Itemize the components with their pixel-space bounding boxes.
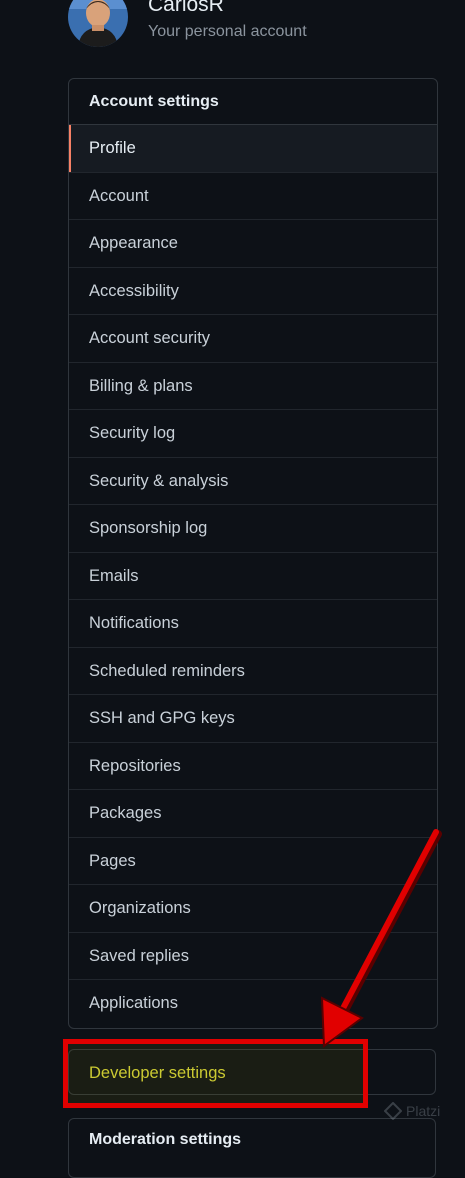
watermark-text: Platzi — [406, 1103, 441, 1119]
menu-item-account[interactable]: Account — [69, 173, 437, 220]
menu-item-emails[interactable]: Emails — [69, 553, 437, 600]
menu-item-scheduled-reminders[interactable]: Scheduled reminders — [69, 648, 437, 695]
menu-item-accessibility[interactable]: Accessibility — [69, 268, 437, 315]
user-subtitle: Your personal account — [148, 23, 307, 40]
menu-item-security-log[interactable]: Security log — [69, 410, 437, 458]
menu-item-notifications[interactable]: Notifications — [69, 600, 437, 648]
platzi-watermark: Platzi — [384, 1102, 440, 1120]
menu-item-appearance[interactable]: Appearance — [69, 220, 437, 268]
menu-item-security-analysis[interactable]: Security & analysis — [69, 458, 437, 505]
user-text: CarlosR Your personal account — [148, 0, 307, 42]
menu-item-account-security[interactable]: Account security — [69, 315, 437, 363]
account-settings-header: Account settings — [69, 79, 437, 125]
user-name[interactable]: CarlosR — [148, 0, 307, 16]
menu-item-billing-plans[interactable]: Billing & plans — [69, 363, 437, 410]
platzi-logo-icon — [384, 1102, 402, 1120]
moderation-settings-header: Moderation settings — [89, 1131, 242, 1148]
avatar-image — [68, 0, 128, 47]
menu-item-sponsorship-log[interactable]: Sponsorship log — [69, 505, 437, 553]
menu-item-repositories[interactable]: Repositories — [69, 743, 437, 790]
menu-item-ssh-gpg-keys[interactable]: SSH and GPG keys — [69, 695, 437, 743]
user-header: CarlosR Your personal account — [68, 0, 307, 48]
moderation-settings-menu: Moderation settings — [68, 1118, 436, 1178]
menu-item-profile[interactable]: Profile — [69, 125, 437, 173]
avatar[interactable] — [68, 0, 128, 47]
annotation-arrow-icon — [320, 829, 442, 1048]
